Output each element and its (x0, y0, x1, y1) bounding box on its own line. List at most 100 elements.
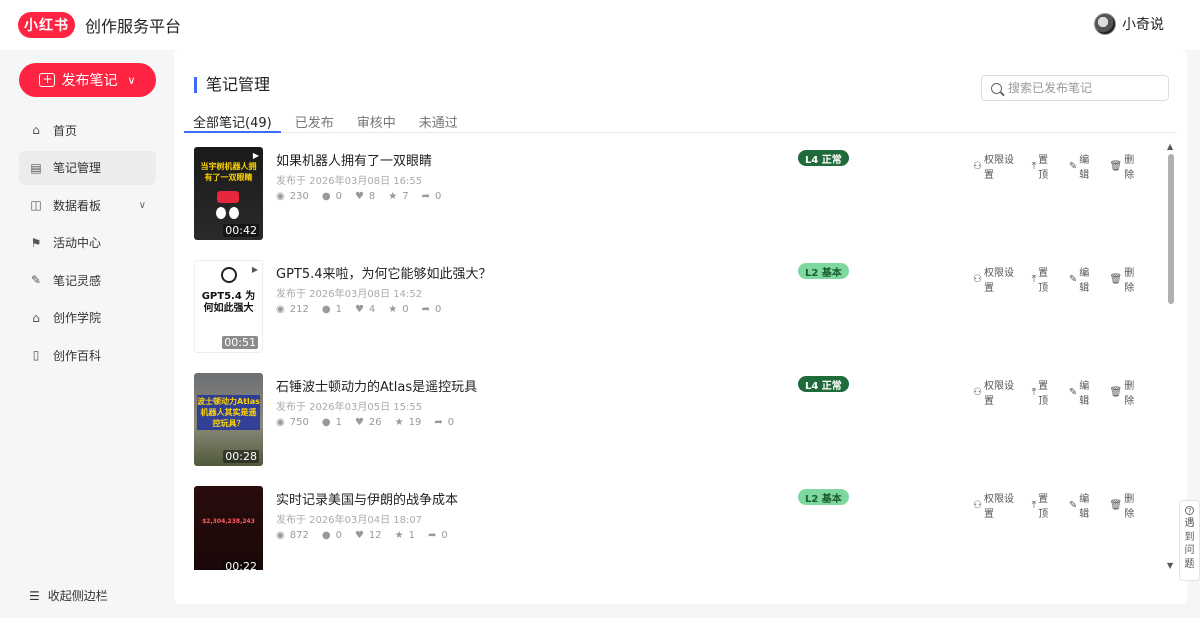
note-title[interactable]: GPT5.4来啦，为何它能够如此强大？ (276, 263, 492, 282)
eye-icon: ◉ (276, 191, 285, 202)
pin-button[interactable]: ⤒ 置顶 (1032, 377, 1055, 407)
delete-button[interactable]: 🗑 删除 (1110, 490, 1140, 520)
avatar[interactable] (1094, 13, 1116, 35)
permission-settings-button[interactable]: ⚇ 权限设置 (973, 264, 1018, 294)
note-title[interactable]: 如果机器人拥有了一双眼睛 (276, 150, 432, 169)
status-badge: L4 正常 (798, 150, 849, 166)
user-name[interactable]: 小奇说 (1122, 14, 1164, 34)
collapse-sidebar-button[interactable]: ☰ 收起侧边栏 (29, 587, 108, 604)
pin-button[interactable]: ⤒ 置顶 (1032, 490, 1055, 520)
search-input[interactable] (1008, 81, 1158, 95)
comments-count: 1 (335, 304, 342, 315)
heart-icon: ♥ (354, 530, 364, 541)
views-count: 230 (289, 191, 309, 202)
note-thumbnail[interactable]: GPT5.4 为何如此强大 ▶ 00:51 (194, 260, 263, 353)
flag-icon: ⚑ (30, 235, 42, 250)
comments-stat: ● 1 (322, 304, 342, 315)
play-icon: ▶ (251, 265, 258, 274)
views-stat: ◉ 872 (276, 530, 309, 541)
duration-label: 00:51 (222, 336, 258, 349)
help-button[interactable]: ? 遇 到 问 题 (1179, 500, 1200, 581)
trash-icon: 🗑 (1109, 499, 1123, 511)
permission-settings-button[interactable]: ⚇ 权限设置 (973, 151, 1018, 181)
sidebar-item-note-management[interactable]: ▤ 笔记管理 (19, 150, 156, 185)
action-label: 删除 (1124, 381, 1135, 407)
note-title[interactable]: 石锤波士顿动力的Atlas是遥控玩具 (276, 376, 477, 395)
delete-button[interactable]: 🗑 删除 (1110, 377, 1140, 407)
delete-button[interactable]: 🗑 删除 (1110, 151, 1140, 181)
eyes-label (217, 191, 239, 203)
list-item: $2,304,238,243 00:22 实时记录美国与伊朗的战争成本 发布于 … (194, 486, 1154, 599)
xiaohongshu-logo[interactable]: 小红书 (18, 12, 75, 38)
chart-icon: ◫ (30, 198, 42, 212)
note-actions: ⚇ 权限设置 ⤒ 置顶 ✎ 编辑 🗑 删除 (973, 151, 1154, 181)
duration-label: 00:28 (223, 450, 259, 463)
comment-icon: ● (321, 530, 331, 541)
collects-stat: ★ 7 (388, 191, 408, 202)
shares-count: 0 (435, 191, 442, 202)
views-count: 750 (289, 417, 309, 428)
main-panel: 笔记管理 全部笔记(49) 已发布 审核中 未通过 当宇树机器人拥有了一双眼睛 … (174, 50, 1187, 604)
tab-all-notes[interactable]: 全部笔记(49) (184, 112, 281, 133)
tab-published[interactable]: 已发布 (286, 112, 343, 133)
permission-settings-button[interactable]: ⚇ 权限设置 (973, 377, 1018, 407)
shares-stat: ➦ 0 (422, 191, 442, 202)
likes-stat: ♥ 4 (355, 304, 375, 315)
pin-button[interactable]: ⤒ 置顶 (1032, 151, 1055, 181)
note-thumbnail[interactable]: 当宇树机器人拥有了一双眼睛 ▶ 00:42 (194, 147, 263, 240)
shares-count: 0 (435, 304, 442, 315)
tab-reviewing[interactable]: 审核中 (348, 112, 405, 133)
scroll-down-arrow-icon[interactable]: ▼ (1167, 561, 1173, 570)
likes-count: 4 (368, 304, 376, 315)
status-badge: L2 基本 (798, 263, 849, 279)
edit-button[interactable]: ✎ 编辑 (1069, 151, 1096, 181)
note-thumbnail[interactable]: $2,304,238,243 00:22 (194, 486, 263, 570)
edit-button[interactable]: ✎ 编辑 (1069, 264, 1096, 294)
pin-button[interactable]: ⤒ 置顶 (1032, 264, 1055, 294)
sidebar-item-home[interactable]: ⌂ 首页 (19, 113, 156, 147)
action-label: 置顶 (1038, 381, 1049, 407)
sidebar-item-creator-academy[interactable]: ⌂ 创作学院 (19, 301, 156, 335)
thumbnail-caption: 当宇树机器人拥有了一双眼睛 (200, 162, 257, 182)
collapse-sidebar-label: 收起侧边栏 (47, 589, 108, 603)
search-box[interactable] (981, 75, 1169, 101)
sidebar-item-note-inspiration[interactable]: ✎ 笔记灵感 (19, 263, 156, 297)
permission-settings-button[interactable]: ⚇ 权限设置 (973, 490, 1018, 520)
collects-stat: ★ 19 (395, 417, 422, 428)
likes-count: 12 (368, 530, 382, 541)
sidebar-item-data-board[interactable]: ◫ 数据看板 ∨ (19, 188, 156, 222)
publish-note-button[interactable]: + 发布笔记 ∨ (19, 63, 156, 97)
collapse-icon: ☰ (29, 588, 40, 603)
action-label: 权限设置 (983, 268, 1014, 294)
shares-stat: ➦ 0 (428, 530, 448, 541)
tab-rejected[interactable]: 未通过 (410, 112, 467, 133)
action-label: 删除 (1124, 494, 1135, 520)
user-menu[interactable]: 小奇说 (1094, 13, 1164, 35)
question-icon: ? (1185, 506, 1194, 515)
comments-count: 1 (335, 417, 342, 428)
collects-count: 7 (402, 191, 409, 202)
likes-count: 26 (368, 417, 382, 428)
action-label: 权限设置 (983, 155, 1014, 181)
sidebar-item-creator-wiki[interactable]: ▯ 创作百科 (19, 338, 156, 372)
views-stat: ◉ 230 (276, 191, 309, 202)
edit-button[interactable]: ✎ 编辑 (1069, 490, 1096, 520)
action-label: 置顶 (1038, 268, 1049, 294)
chevron-down-icon: ∨ (127, 73, 136, 87)
scroll-up-arrow-icon[interactable]: ▲ (1167, 142, 1173, 151)
scrollbar[interactable]: ▲ ▼ (1167, 142, 1175, 570)
publish-note-label: 发布笔记 (61, 73, 118, 89)
edit-button[interactable]: ✎ 编辑 (1069, 377, 1096, 407)
user-lock-icon: ⚇ (973, 386, 982, 398)
scroll-thumb[interactable] (1168, 154, 1174, 304)
note-thumbnail[interactable]: 波士顿动力Atlas机器人其实是遥控玩具？ 00:28 (194, 373, 263, 466)
comments-stat: ● 0 (322, 530, 342, 541)
note-actions: ⚇ 权限设置 ⤒ 置顶 ✎ 编辑 🗑 删除 (973, 377, 1154, 407)
eye-right (229, 207, 239, 219)
note-title[interactable]: 实时记录美国与伊朗的战争成本 (276, 489, 458, 508)
thumbnail-caption: $2,304,238,243 (202, 518, 255, 525)
thumbnail-caption: GPT5.4 为何如此强大 (201, 291, 256, 314)
delete-button[interactable]: 🗑 删除 (1110, 264, 1140, 294)
sidebar-item-label: 笔记灵感 (53, 273, 102, 288)
sidebar-item-activity-center[interactable]: ⚑ 活动中心 (19, 226, 156, 260)
